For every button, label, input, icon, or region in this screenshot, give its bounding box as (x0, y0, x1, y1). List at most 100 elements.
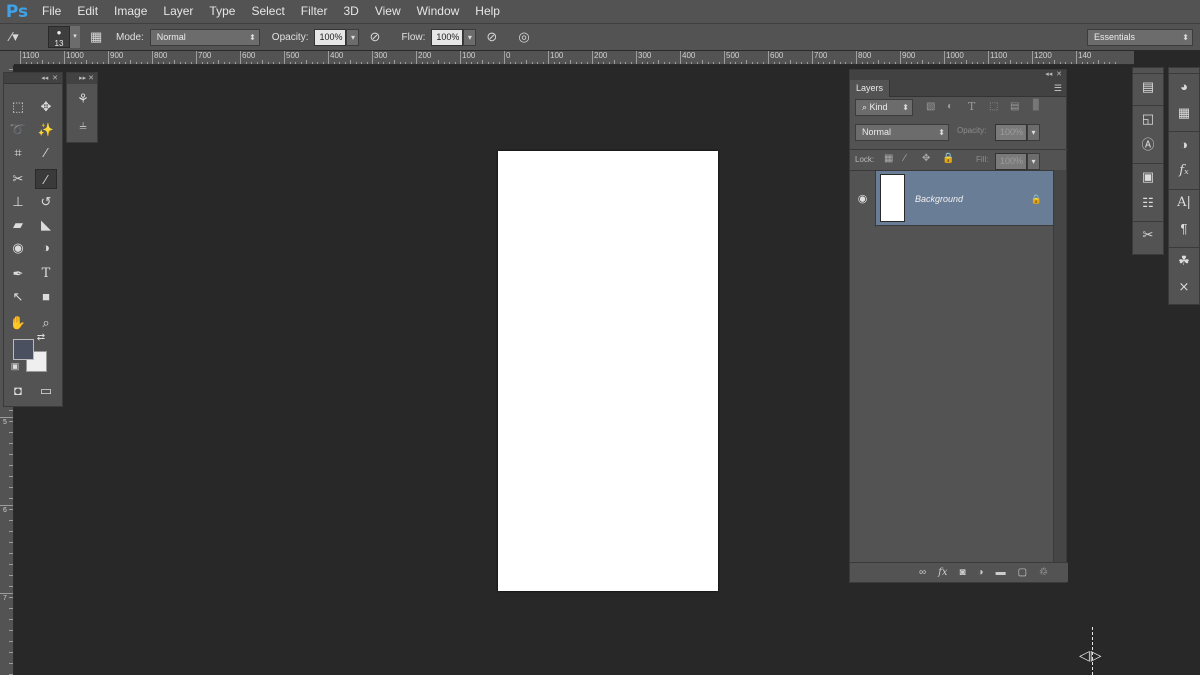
lock-transparent-icon[interactable]: ▦ (884, 153, 893, 164)
healing-brush-icon[interactable]: ✂ (7, 169, 29, 189)
blend-mode-dropdown[interactable]: Normal ⬍ (855, 124, 949, 141)
filter-pixel-icon[interactable]: ▧ (926, 101, 935, 112)
ruler-origin[interactable] (0, 51, 14, 65)
filter-kind-dropdown[interactable]: ⌕ Kind ⬍ (855, 99, 913, 116)
filter-adjustment-icon[interactable]: ◐ (947, 101, 953, 112)
menu-select[interactable]: Select (243, 0, 292, 23)
fill-input[interactable]: 100% (995, 153, 1027, 170)
hand-icon[interactable]: ✋ (7, 313, 29, 333)
filter-toggle-icon[interactable]: ▊ (1033, 100, 1041, 111)
link-layers-icon[interactable]: ∞ (919, 567, 926, 578)
flow-slider-arrow[interactable]: ▾ (463, 28, 477, 46)
history-brush-icon[interactable]: ↺ (35, 192, 57, 212)
swap-colors-icon[interactable]: ⇄ (34, 331, 48, 345)
tool-presets-icon[interactable]: ✂ (1133, 222, 1163, 248)
menu-window[interactable]: Window (409, 0, 468, 23)
horizontal-ruler[interactable]: 1100 1000 900 800 700 600 500 400 300 200 100 0 100 2… (14, 51, 1134, 65)
rectangular-marquee-icon[interactable]: ⬚ (7, 97, 29, 117)
new-layer-icon[interactable]: ▢ (1018, 567, 1027, 578)
brush-dock-header[interactable]: ▸▸ ✕ (67, 73, 97, 84)
pressure-opacity-icon[interactable]: ⊘ (369, 29, 387, 45)
menu-view[interactable]: View (367, 0, 409, 23)
history-icon[interactable]: ▤ (1133, 74, 1163, 100)
properties-icon[interactable]: ◱ (1133, 106, 1163, 132)
new-group-icon[interactable]: ▬ (996, 567, 1006, 578)
blur-icon[interactable]: ◉ (7, 238, 29, 258)
eye-icon[interactable]: ◉ (850, 171, 876, 227)
fill-arrow[interactable]: ▾ (1027, 153, 1040, 170)
eraser-icon[interactable]: ▰ (7, 215, 29, 235)
default-colors-icon[interactable]: ▣ (8, 359, 22, 373)
quick-mask-icon[interactable]: ◘ (7, 381, 29, 401)
panel-menu-icon[interactable]: ☰ (1054, 80, 1062, 97)
menu-layer[interactable]: Layer (155, 0, 201, 23)
screen-mode-icon[interactable]: ▭ (35, 381, 57, 401)
trash-icon[interactable]: ♲ (1039, 567, 1048, 578)
crop-icon[interactable]: ⌗ (7, 143, 29, 163)
mode-dropdown[interactable]: Normal ⬍ (149, 28, 260, 46)
character-style-icon[interactable]: Ⓐ (1133, 132, 1163, 158)
brush-panel-toggle-icon[interactable]: ▦ (90, 29, 108, 45)
pen-icon[interactable]: ✒ (7, 264, 29, 284)
path-selection-icon[interactable]: ↖ (7, 287, 29, 307)
pressure-size-icon[interactable]: ◎ (518, 29, 536, 45)
brush-tool-icon[interactable]: ∕ (35, 169, 57, 189)
brush-picker-arrow[interactable]: ▾ (70, 26, 80, 48)
lasso-icon[interactable]: ➰ (7, 120, 29, 140)
menu-3d[interactable]: 3D (335, 0, 366, 23)
eyedropper-icon[interactable]: ∕ (35, 143, 57, 163)
document-canvas[interactable] (498, 151, 718, 591)
opacity-input[interactable]: 100% (314, 28, 347, 46)
layer-row-background[interactable]: ◉ Background 🔒 (850, 170, 1054, 227)
rectangle-shape-icon[interactable]: ■ (35, 287, 57, 307)
menu-filter[interactable]: Filter (293, 0, 336, 23)
channels-icon[interactable]: ▣ (1133, 164, 1163, 190)
paths-icon[interactable]: ⨯ (1169, 274, 1199, 300)
adjustment-layer-icon[interactable]: ◑ (978, 567, 984, 578)
filter-type-icon[interactable]: T (968, 100, 975, 113)
opacity-slider-arrow[interactable]: ▾ (346, 28, 360, 46)
brush-size-picker[interactable]: ● 13 (48, 26, 70, 48)
foreground-color-swatch[interactable] (13, 339, 34, 360)
color-palette-icon[interactable]: ◕ (1169, 74, 1199, 100)
lock-position-icon[interactable]: ✥ (922, 153, 930, 164)
dodge-icon[interactable]: ◑ (35, 238, 57, 258)
adjustments-icon[interactable]: ◑ (1169, 132, 1199, 158)
airbrush-icon[interactable]: ⊘ (486, 29, 504, 45)
layer-opacity-input[interactable]: 100% (995, 124, 1027, 141)
styles-icon[interactable]: fₓ (1169, 158, 1199, 184)
workspace-dropdown[interactable]: Essentials ⬍ (1087, 28, 1193, 46)
flow-input[interactable]: 100% (431, 28, 464, 46)
layer-opacity-arrow[interactable]: ▾ (1027, 124, 1040, 141)
tab-layers[interactable]: Layers (850, 80, 891, 97)
menu-edit[interactable]: Edit (69, 0, 106, 23)
menu-help[interactable]: Help (467, 0, 508, 23)
menu-type[interactable]: Type (201, 0, 243, 23)
character-icon[interactable]: A| (1169, 190, 1199, 216)
brush-presets-icon[interactable]: ⚘ (72, 89, 94, 109)
filter-shape-icon[interactable]: ⬚ (989, 101, 998, 112)
clone-source-icon[interactable]: ⫨ (72, 115, 94, 135)
add-mask-icon[interactable]: ◙ (959, 567, 965, 578)
zoom-icon[interactable]: ⌕ (35, 313, 57, 333)
paint-bucket-icon[interactable]: ◣ (35, 215, 57, 235)
layers-scrollbar[interactable] (1053, 170, 1066, 562)
filter-smart-object-icon[interactable]: ▤ (1010, 101, 1019, 112)
move-tool-icon[interactable]: ✥ (35, 97, 57, 117)
swatches-icon[interactable]: ▦ (1169, 100, 1199, 126)
tools-panel-header[interactable]: ◂◂ ✕ (4, 73, 62, 84)
type-tool-icon[interactable]: T (35, 264, 57, 284)
layer-name[interactable]: Background (915, 171, 963, 227)
fx-icon[interactable]: fx (938, 567, 947, 578)
menu-image[interactable]: Image (106, 0, 155, 23)
lock-all-icon[interactable]: 🔒 (942, 153, 954, 164)
magic-wand-icon[interactable]: ✨ (35, 120, 57, 140)
3d-icon[interactable]: ☘ (1169, 248, 1199, 274)
lock-pixels-icon[interactable]: ∕ (904, 153, 906, 164)
clone-stamp-icon[interactable]: ⊥ (7, 192, 29, 212)
paragraph-icon[interactable]: ¶ (1169, 216, 1199, 242)
menu-file[interactable]: File (34, 0, 69, 23)
layers-panel-topbar[interactable]: ◂◂ ✕ (850, 70, 1066, 80)
notes-icon[interactable]: ☷ (1133, 190, 1163, 216)
brush-tool-preset-icon[interactable]: ∕▾ (10, 29, 38, 45)
